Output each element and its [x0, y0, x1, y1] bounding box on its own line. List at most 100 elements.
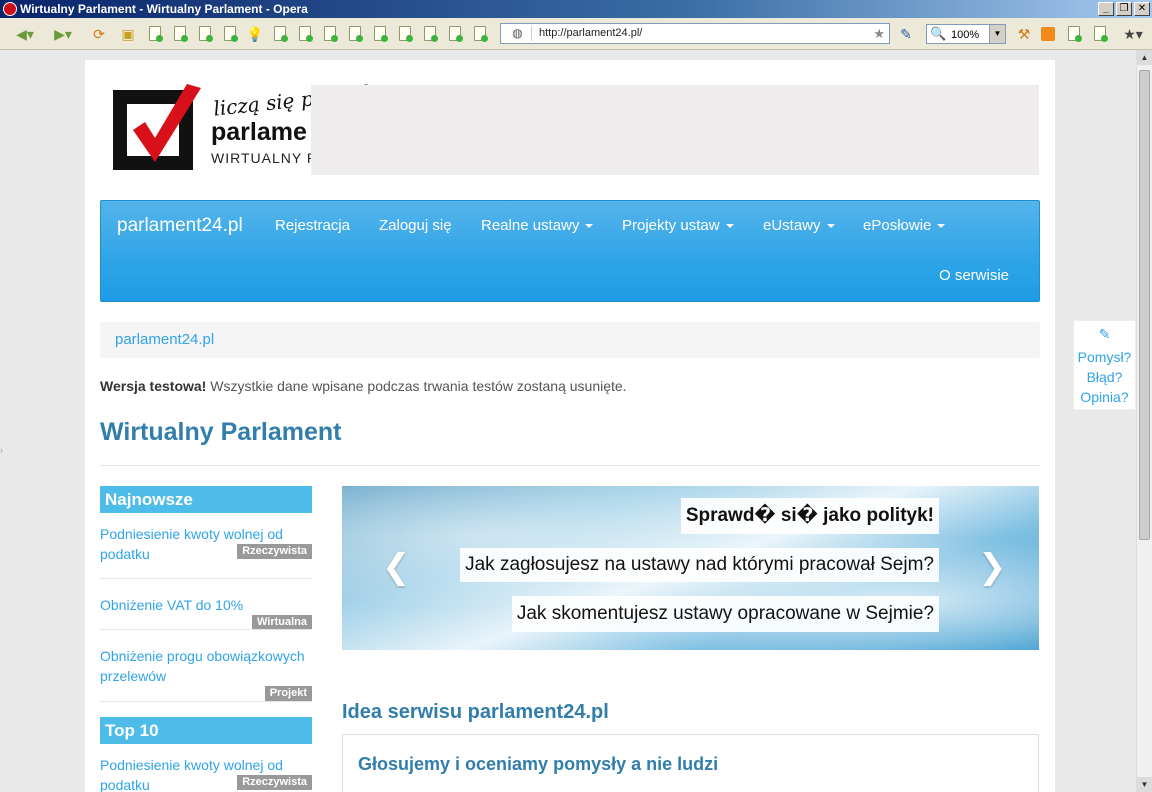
notice-text: Wszystkie dane wpisane podczas trwania t… — [206, 378, 627, 394]
idea-panel: Głosujemy i oceniamy pomysły a nie ludzi — [342, 734, 1039, 792]
list-item[interactable]: Podniesienie kwoty wolnej od podatku Rze… — [100, 755, 312, 792]
vertical-scrollbar[interactable]: ▲ ▼ — [1136, 50, 1152, 792]
status-badge: Wirtualna — [251, 615, 312, 630]
address-url[interactable]: http://parlament24.pl/ — [539, 24, 642, 43]
address-bar[interactable]: ◍ http://parlament24.pl/ ★ — [500, 23, 890, 44]
logo-subtitle: WIRTUALNY P — [211, 150, 318, 166]
carousel-line: Jak zagłosujesz na ustawy nad którymi pr… — [460, 548, 939, 582]
nav-item-label: eUstawy — [763, 217, 821, 234]
nav-item-projekty-ustaw[interactable]: Projekty ustaw — [622, 217, 734, 234]
pencil-icon: ✎ — [1098, 326, 1111, 342]
nav-item-label: ePosłowie — [863, 217, 932, 234]
zoom-magnifier-icon: 🔍 — [930, 26, 947, 41]
window-titlebar: Wirtualny Parlament - Wirtualny Parlamen… — [0, 0, 1152, 18]
bookmark-page-icon[interactable] — [324, 26, 338, 42]
status-badge: Rzeczywista — [237, 544, 312, 559]
nav-item-label: Zaloguj się — [379, 217, 452, 234]
hero-carousel: Sprawd� si� jako polityk! Jak zagłosujes… — [342, 486, 1039, 650]
bookmark-page-icon[interactable] — [399, 26, 413, 42]
list-item[interactable]: Obniżenie VAT do 10% Wirtualna — [100, 595, 312, 630]
globe-icon[interactable]: ◍ — [504, 26, 532, 41]
wand-tool-icon[interactable]: ⚒ — [1016, 25, 1032, 43]
bookmark-page-icon[interactable] — [449, 26, 463, 42]
logo-name[interactable]: parlame — [211, 118, 307, 147]
feedback-widget[interactable]: ✎ Pomysł? Błąd? Opinia? — [1073, 320, 1136, 410]
restore-button[interactable]: ❐ — [1116, 2, 1132, 16]
list-item-title[interactable]: Obniżenie VAT do 10% — [100, 597, 243, 613]
reload-icon[interactable]: ⟳ — [90, 25, 108, 43]
notice-bold: Wersja testowa! — [100, 378, 207, 394]
sidebar-heading-newest: Najnowsze — [100, 486, 312, 513]
panel-title: Głosujemy i oceniamy pomysły a nie ludzi — [358, 754, 719, 774]
nav-item-realne-ustawy[interactable]: Realne ustawy — [481, 217, 594, 234]
divider — [100, 629, 312, 630]
main-navbar: parlament24.pl Rejestracja Zaloguj się R… — [100, 200, 1040, 302]
zoom-select[interactable]: 🔍 100% ▼ — [926, 24, 1006, 44]
section-title: Idea serwisu parlament24.pl — [342, 701, 609, 723]
bookmark-page-icon[interactable] — [174, 26, 188, 42]
divider — [100, 465, 1040, 466]
bookmark-page-icon[interactable] — [149, 26, 163, 42]
bookmark-star-icon[interactable]: ★ — [873, 24, 885, 43]
wand-icon[interactable]: ✎ — [896, 25, 916, 43]
caret-down-icon — [585, 224, 594, 229]
bookmark-page-icon[interactable] — [374, 26, 388, 42]
bookmark-page-icon[interactable] — [1094, 26, 1108, 42]
divider — [100, 701, 312, 702]
scroll-down-icon[interactable]: ▼ — [1137, 777, 1152, 792]
sidebar-heading-top10: Top 10 — [100, 717, 312, 744]
bookmark-page-icon[interactable] — [274, 26, 288, 42]
bookmark-page-icon[interactable] — [349, 26, 363, 42]
bookmark-page-icon[interactable] — [474, 26, 488, 42]
nav-item-rejestracja[interactable]: Rejestracja — [275, 217, 350, 234]
logo-checkmark-icon — [133, 84, 201, 162]
nav-item-label: Rejestracja — [275, 217, 351, 234]
nav-item-o-serwisie[interactable]: O serwisie — [939, 267, 1009, 284]
list-item[interactable]: Obniżenie progu obowiązkowych przelewów … — [100, 646, 312, 701]
nav-item-eposlowie[interactable]: ePosłowie — [863, 217, 946, 234]
page-title: Wirtualny Parlament — [100, 418, 342, 446]
nav-item-zaloguj[interactable]: Zaloguj się — [379, 217, 452, 234]
feedback-line: Pomysł? — [1077, 349, 1132, 365]
bookmark-page-icon[interactable] — [299, 26, 313, 42]
bookmark-page-icon[interactable] — [224, 26, 238, 42]
breadcrumb-link[interactable]: parlament24.pl — [115, 331, 214, 348]
list-item[interactable]: Podniesienie kwoty wolnej od podatku Rze… — [100, 524, 312, 564]
scroll-up-icon[interactable]: ▲ — [1137, 50, 1152, 65]
home-folder-icon[interactable]: ▣ — [120, 25, 136, 43]
scrollbar-thumb[interactable] — [1139, 70, 1150, 540]
nav-item-label: Projekty ustaw — [622, 217, 720, 234]
ad-banner — [311, 85, 1039, 175]
opera-logo-icon — [3, 2, 17, 16]
caret-down-icon — [826, 224, 835, 229]
carousel-line: Jak skomentujesz ustawy opracowane w Sej… — [511, 596, 939, 632]
nav-brand[interactable]: parlament24.pl — [117, 215, 243, 237]
window-title: Wirtualny Parlament - Wirtualny Parlamen… — [20, 2, 308, 16]
close-button[interactable]: ✕ — [1134, 2, 1150, 16]
list-item-title[interactable]: Obniżenie progu obowiązkowych przelewów — [100, 648, 305, 684]
carousel-prev-icon[interactable]: ❮ — [382, 550, 411, 584]
bookmarks-star-menu-icon[interactable]: ★▾ — [1120, 25, 1146, 43]
page-container: liczą się poglądy parlame WIRTUALNY P pa… — [85, 60, 1055, 792]
bookmark-page-icon[interactable] — [199, 26, 213, 42]
caret-down-icon — [725, 224, 734, 229]
browser-viewport: › liczą się poglądy parlame WIRTUALNY P … — [0, 50, 1136, 792]
lightbulb-icon[interactable]: 💡 — [246, 25, 263, 43]
zoom-value: 100% — [951, 29, 980, 41]
feedback-line: Opinia? — [1080, 389, 1129, 405]
carousel-next-icon[interactable]: ❯ — [978, 550, 1007, 584]
back-arrow-icon[interactable]: ◀▾ — [12, 25, 38, 43]
divider — [100, 578, 312, 579]
caret-down-icon — [937, 224, 946, 229]
sidebar-toggle-icon[interactable]: › — [0, 445, 4, 455]
chevron-down-icon[interactable]: ▼ — [989, 25, 1005, 43]
nav-item-eustawy[interactable]: eUstawy — [763, 217, 835, 234]
status-badge: Rzeczywista — [237, 775, 312, 790]
bookmark-page-icon[interactable] — [424, 26, 438, 42]
minimize-button[interactable]: _ — [1098, 2, 1114, 16]
carousel-headline: Sprawd� si� jako polityk! — [680, 498, 939, 534]
bookmark-page-icon[interactable] — [1068, 26, 1082, 42]
forward-arrow-icon[interactable]: ▶▾ — [50, 25, 76, 43]
browser-toolbar: ◀▾ ▶▾ ⟳ ▣ 💡 ◍ http://parlament24.pl/ ★ ✎… — [0, 18, 1152, 50]
rss-icon[interactable] — [1041, 27, 1055, 41]
